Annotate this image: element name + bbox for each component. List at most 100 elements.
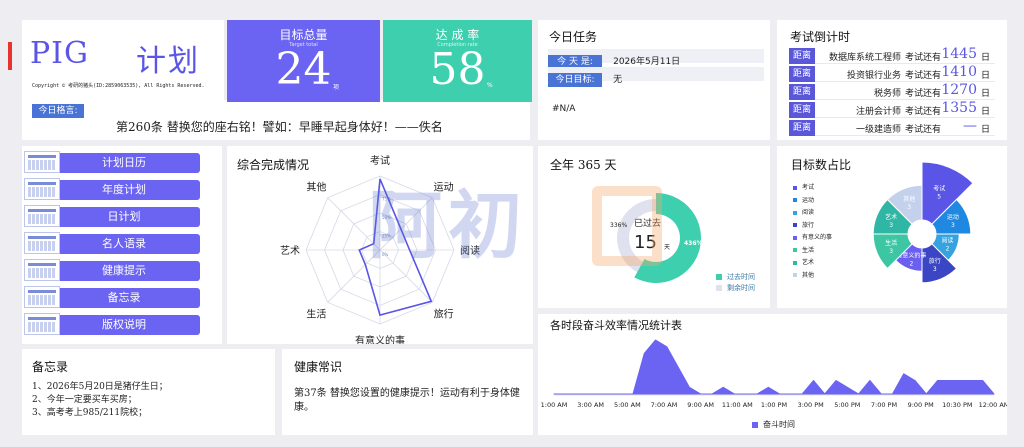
nav-button-label: 计划日历 xyxy=(102,156,146,169)
target-unit: 项 xyxy=(333,84,340,91)
radar-ring-label: 25% xyxy=(382,234,391,239)
radar-chart: 考试运动阅读旅行有意义的事生活艺术其他75%50%25%0% xyxy=(280,154,480,344)
target-card: 目标总量 Target total 24 项 xyxy=(227,20,380,102)
exam-name: 税务师 xyxy=(873,89,901,99)
health-title: 健康常识 xyxy=(294,360,343,374)
nav-button-3[interactable]: 名人语录 xyxy=(24,232,200,254)
rose-slice-name: 生活 xyxy=(885,239,897,247)
exam-dist-label: 距离 xyxy=(789,66,815,82)
exam-pre: 考试还有 xyxy=(905,71,942,81)
exam-row: 距离 一级建造师 考试还有 — 日 xyxy=(789,118,995,136)
year-legend-passed-label: 过去时间 xyxy=(727,273,755,281)
rose-slice-value: 3 xyxy=(889,222,893,229)
radar-axis-label: 考试 xyxy=(370,154,390,167)
efficiency-x-tick: 12:00 AM xyxy=(979,401,1007,409)
nav-button-label: 名人语录 xyxy=(102,237,146,250)
rose-slice-value: 3 xyxy=(951,222,955,229)
exam-unit: 日 xyxy=(981,89,991,99)
efficiency-x-tick: 11:00 AM xyxy=(722,401,753,409)
exam-row: 距离 数据库系统工程师 考试还有 1445 日 xyxy=(789,46,995,64)
rose-slice-value: 3 xyxy=(907,204,911,211)
today-date-value: 2026年5月11日 xyxy=(613,57,681,67)
rose-slice-name: 旅行 xyxy=(929,257,941,265)
exam-unit: 日 xyxy=(981,107,991,117)
goal-rose-chart: 考试5运动3阅读2旅行3有意义的事2生活3艺术3其他3 xyxy=(872,161,974,284)
rose-slice-value: 3 xyxy=(889,248,893,255)
calendar-icon xyxy=(24,205,60,227)
radar-axis-label: 旅行 xyxy=(434,308,454,321)
nav-button-6[interactable]: 版权说明 xyxy=(24,313,200,335)
nav-button-1[interactable]: 年度计划 xyxy=(24,178,200,200)
today-goal-label: 今日目标: xyxy=(548,73,602,87)
memo-panel: 备忘录 1、2026年5月20日是猪仔生日； 2、今年一定要买车买房； 3、高考考上… xyxy=(22,349,275,435)
nav-button-4[interactable]: 健康提示 xyxy=(24,259,200,281)
efficiency-x-tick: 7:00 PM xyxy=(871,401,897,409)
year-legend-remaining: 剩余时间 xyxy=(716,283,755,293)
health-text: 第37条 替换您设置的健康提示！运动有利于身体健康。 xyxy=(294,388,520,413)
motto-label: 今日格言: xyxy=(32,104,84,118)
calendar-icon xyxy=(24,178,60,200)
today-panel: 今日任务 今 天 是: 2026年5月11日 今日目标: 无 #N/A xyxy=(538,20,770,140)
nav-button-label: 版权说明 xyxy=(102,318,146,331)
exam-pre: 考试还有 xyxy=(905,89,942,99)
calendar-icon xyxy=(24,313,60,335)
app-title-left: PIG xyxy=(30,36,90,71)
exam-dist-label: 距离 xyxy=(789,102,815,118)
efficiency-legend: 奋斗时间 xyxy=(752,419,795,430)
radar-ring-label: 50% xyxy=(382,215,391,220)
exam-name: 数据库系统工程师 xyxy=(828,53,901,63)
nav-panel: 计划日历年度计划日计划名人语录健康提示备忘录版权说明 xyxy=(22,146,222,344)
exam-days: — xyxy=(963,118,977,134)
completion-label: 达 成 率 xyxy=(435,28,480,42)
exam-row: 距离 税务师 考试还有 1270 日 xyxy=(789,82,995,100)
rose-slice-name: 运动 xyxy=(947,213,959,221)
year-panel: 全年 365 天 已过去 15 天 336% 436% 过去时间 剩余时间 xyxy=(538,146,770,308)
rose-slice-value: 5 xyxy=(937,193,941,200)
efficiency-x-tick: 5:00 AM xyxy=(614,401,641,409)
exam-name: 注册会计师 xyxy=(855,107,901,117)
year-passed-label: 已过去 xyxy=(634,219,662,229)
nav-button-0[interactable]: 计划日历 xyxy=(24,151,200,173)
efficiency-x-tick: 9:00 AM xyxy=(687,401,714,409)
year-legend-passed: 过去时间 xyxy=(716,272,755,282)
today-goal-value: 无 xyxy=(613,75,623,85)
memo-title: 备忘录 xyxy=(32,360,69,374)
exam-unit: 日 xyxy=(981,125,991,135)
calendar-icon xyxy=(24,232,60,254)
efficiency-x-tick: 10:30 PM xyxy=(942,401,972,409)
exam-unit: 日 xyxy=(981,71,991,81)
nav-button-label: 年度计划 xyxy=(102,183,146,196)
exam-pre: 考试还有 xyxy=(905,107,942,117)
health-panel: 健康常识 第37条 替换您设置的健康提示！运动有利于身体健康。 xyxy=(282,349,533,435)
rose-slice-name: 考试 xyxy=(933,184,945,192)
exam-dist-label: 距离 xyxy=(789,84,815,100)
radar-axis-label: 生活 xyxy=(306,308,326,321)
exam-row: 距离 注册会计师 考试还有 1355 日 xyxy=(789,100,995,118)
efficiency-x-tick: 7:00 AM xyxy=(651,401,678,409)
rose-slice-value: 2 xyxy=(910,260,914,267)
nav-button-5[interactable]: 备忘录 xyxy=(24,286,200,308)
exam-days: 1355 xyxy=(941,100,977,116)
radar-ring-label: 0% xyxy=(382,252,389,257)
completion-unit: % xyxy=(487,82,493,89)
radar-axis-label: 艺术 xyxy=(280,245,300,257)
nav-button-2[interactable]: 日计划 xyxy=(24,205,200,227)
rose-slice-name: 艺术 xyxy=(885,213,897,221)
exam-unit: 日 xyxy=(981,53,991,63)
exam-name: 投资银行业务 xyxy=(846,71,901,81)
radar-axis-label: 有意义的事 xyxy=(355,334,405,344)
exam-pre: 考试还有 xyxy=(905,53,942,63)
target-label: 目标总量 xyxy=(279,28,328,42)
exam-pre: 考试还有 xyxy=(905,125,942,135)
motto-text: 第260条 替换您的座右铭！譬如：早睡早起身体好！——佚名 xyxy=(116,120,443,134)
radar-panel: 综合完成情况 考试 运动 阅读 旅行 有意义的事 生活 艺术 其他 75% 50% 25% 0% xyxy=(227,146,533,344)
completion-value: 58 xyxy=(429,44,486,95)
rose-slice-value: 3 xyxy=(933,266,937,273)
nav-button-label: 备忘录 xyxy=(107,291,141,304)
exam-days: 1445 xyxy=(941,46,977,62)
completion-card: 达 成 率 Completion rate 58 % xyxy=(383,20,532,102)
efficiency-panel: 各时段奋斗效率情况统计表 1:00 AM 3:00 AM 5:00 AM 7:00 A… xyxy=(538,314,1007,435)
memo-line: 1、2026年5月20日是猪仔生日； xyxy=(32,382,168,392)
exam-row: 距离 投资银行业务 考试还有 1410 日 xyxy=(789,64,995,82)
exam-days: 1270 xyxy=(941,82,977,98)
